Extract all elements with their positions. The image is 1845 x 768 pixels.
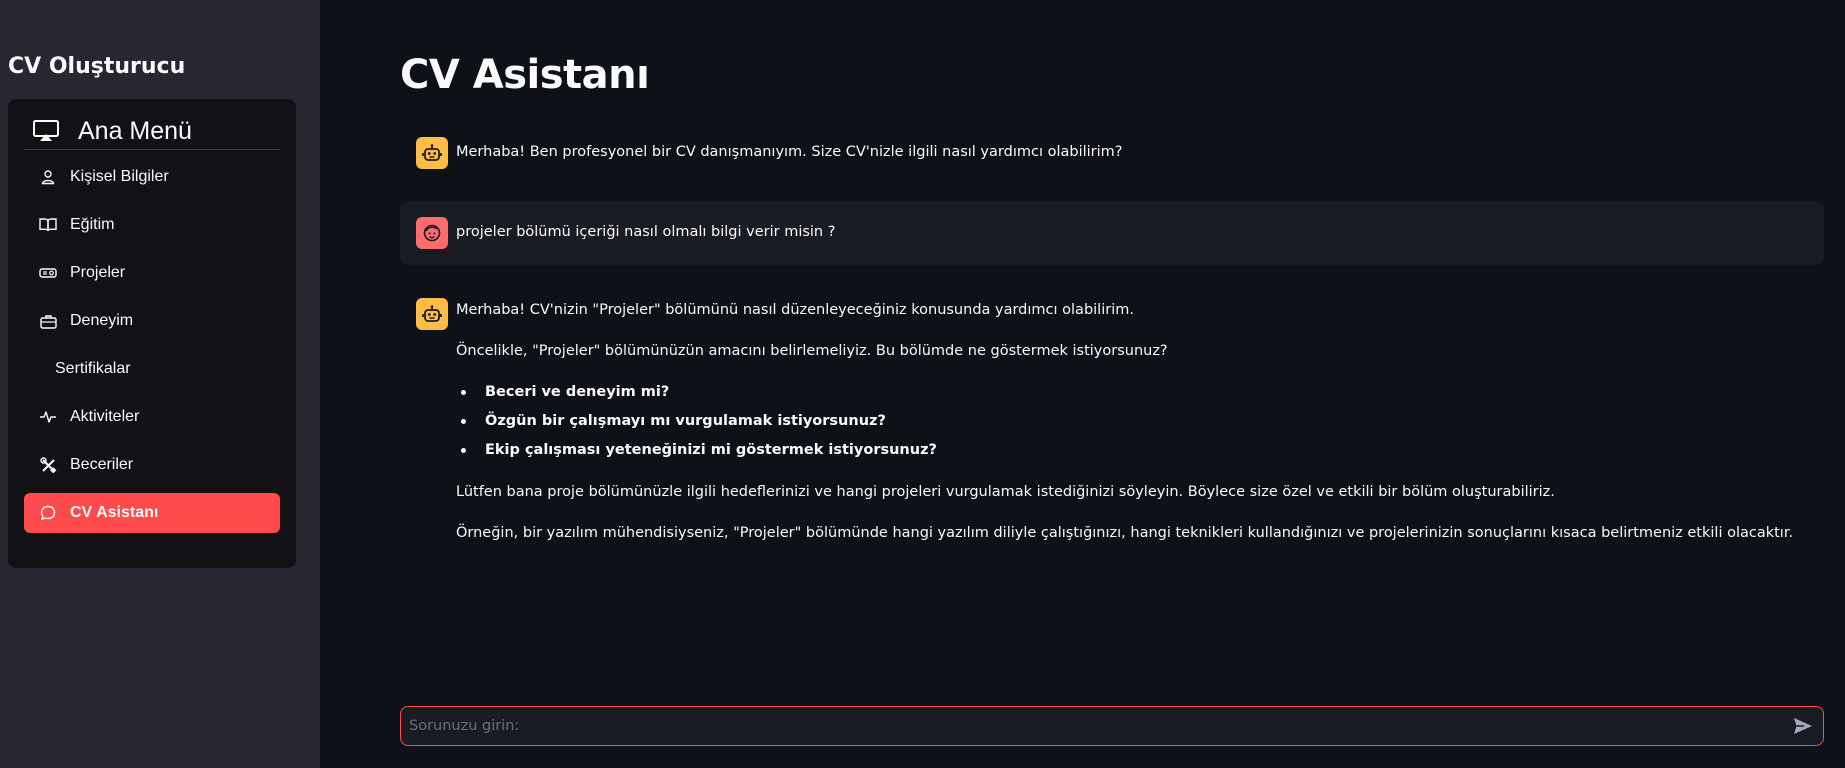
sidebar-item-label: Beceriler — [70, 456, 134, 473]
sidebar-item-personal-info[interactable]: Kişisel Bilgiler — [24, 157, 280, 197]
book-icon — [39, 216, 57, 234]
bullet-item: Özgün bir çalışmayı mı vurgulamak istiyo… — [456, 411, 937, 440]
briefcase-icon — [39, 312, 57, 330]
chat-icon — [39, 504, 57, 522]
bullet-item: Ekip çalışması yeteneğinizi mi göstermek… — [456, 440, 937, 469]
airplay-icon — [32, 117, 60, 145]
sidebar-item-education[interactable]: Eğitim — [24, 205, 280, 245]
chat-input-container — [400, 706, 1824, 746]
send-icon — [1794, 718, 1812, 734]
message-text: Merhaba! CV'nizin "Projeler" bölümünü na… — [456, 302, 1134, 318]
menu-title: Ana Menü — [78, 116, 192, 145]
page-title: CV Asistanı — [400, 52, 650, 98]
projector-icon — [39, 264, 57, 282]
bot-avatar-icon — [416, 298, 448, 330]
bot-avatar-icon — [416, 137, 448, 169]
sidebar-item-label: Eğitim — [70, 216, 115, 233]
chat-input[interactable] — [401, 706, 1783, 746]
activity-icon — [39, 408, 57, 426]
sidebar-item-label: Kişisel Bilgiler — [70, 168, 169, 185]
sidebar-item-projects[interactable]: Projeler — [24, 253, 280, 293]
sidebar-item-label: CV Asistanı — [70, 504, 159, 521]
tools-icon — [39, 456, 57, 474]
menu-header: Ana Menü — [24, 113, 280, 150]
main-menu: Ana Menü Kişisel Bilgiler Eğitim Projele… — [8, 99, 296, 568]
user-avatar-icon — [416, 217, 448, 249]
send-button[interactable] — [1783, 708, 1823, 744]
sidebar-item-cv-assistant[interactable]: CV Asistanı — [24, 493, 280, 533]
sidebar-item-skills[interactable]: Beceriler — [24, 445, 280, 485]
bullet-item: Beceri ve deneyim mi? — [456, 382, 937, 411]
app-root: CV Oluşturucu Ana Menü Kişisel Bilgiler … — [0, 0, 1845, 768]
message-text: Merhaba! Ben profesyonel bir CV danışman… — [456, 144, 1123, 160]
message-text: Lütfen bana proje bölümünüzle ilgili hed… — [456, 484, 1555, 500]
sidebar-item-certificates[interactable]: Sertifikalar — [24, 349, 280, 389]
person-icon — [39, 168, 57, 186]
sidebar-item-activities[interactable]: Aktiviteler — [24, 397, 280, 437]
sidebar: CV Oluşturucu Ana Menü Kişisel Bilgiler … — [0, 0, 320, 768]
message-text: projeler bölümü içeriği nasıl olmalı bil… — [456, 224, 836, 240]
sidebar-item-label: Sertifikalar — [55, 360, 131, 377]
sidebar-item-label: Deneyim — [70, 312, 134, 329]
sidebar-title: CV Oluşturucu — [8, 54, 186, 79]
message-bullet-list: Beceri ve deneyim mi? Özgün bir çalışmay… — [456, 382, 937, 469]
sidebar-item-label: Aktiviteler — [70, 408, 140, 425]
sidebar-item-label: Projeler — [70, 264, 126, 281]
sidebar-item-experience[interactable]: Deneyim — [24, 301, 280, 341]
message-text: Öncelikle, "Projeler" bölümünüzün amacın… — [456, 343, 1168, 359]
main-content: CV Asistanı Merhaba! Ben profesyonel bir… — [320, 0, 1845, 768]
empty-icon — [39, 360, 45, 378]
message-text: Örneğin, bir yazılım mühendisiyseniz, "P… — [456, 525, 1794, 541]
